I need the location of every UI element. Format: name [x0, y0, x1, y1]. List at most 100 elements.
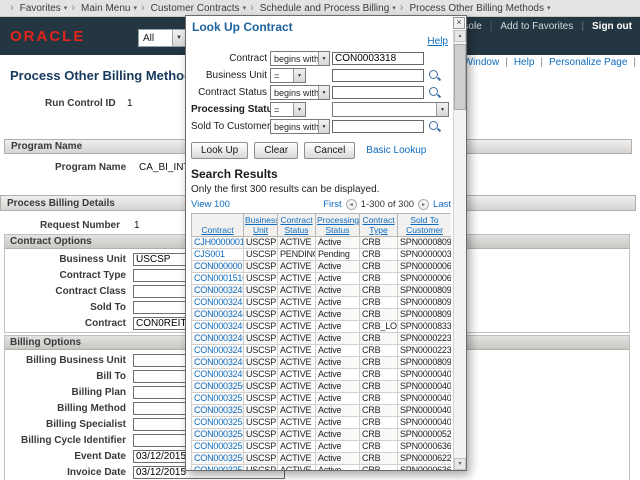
cell-contract[interactable]: CON0003245 — [192, 321, 244, 333]
cell-sold-to-customer[interactable]: SPN0000809 — [398, 309, 452, 321]
cell-contract-status[interactable]: PENDING — [278, 249, 316, 261]
column-header[interactable]: Contract Type — [360, 214, 398, 237]
cell-business-unit[interactable]: USCSP — [244, 333, 278, 345]
cell-processing-status[interactable]: Active — [316, 381, 360, 393]
cell-processing-status[interactable]: Pending — [316, 249, 360, 261]
next-page-icon[interactable]: ► — [418, 199, 429, 210]
page-link[interactable]: Help — [499, 57, 534, 68]
cell-contract[interactable]: CON0000001 — [192, 261, 244, 273]
cell-contract-type[interactable]: CRB — [360, 465, 398, 471]
cell-sold-to-customer[interactable]: SPN0000622 — [398, 453, 452, 465]
cell-contract-status[interactable]: ACTIVE — [278, 309, 316, 321]
cell-contract-status[interactable]: ACTIVE — [278, 453, 316, 465]
cell-business-unit[interactable]: USCSP — [244, 441, 278, 453]
cell-contract[interactable]: CON0003257 — [192, 465, 244, 471]
cell-contract[interactable]: CON0003243 — [192, 297, 244, 309]
operator-select[interactable]: = ▼ — [270, 102, 306, 117]
cell-contract[interactable]: CON0003253 — [192, 417, 244, 429]
cell-sold-to-customer[interactable]: SPN0000040 — [398, 393, 452, 405]
lookup-magnifier-icon[interactable] — [428, 86, 441, 99]
header-link[interactable]: Sign out — [573, 21, 632, 32]
cell-business-unit[interactable]: USCSP — [244, 453, 278, 465]
cell-sold-to-customer[interactable]: SPN0000003 — [398, 249, 452, 261]
business-unit-criteria-input[interactable] — [332, 69, 424, 82]
sold-to-customer-criteria-input[interactable] — [332, 120, 424, 133]
cell-business-unit[interactable]: USCSP — [244, 321, 278, 333]
operator-select[interactable]: = ▼ — [270, 68, 306, 83]
first-page-link[interactable]: First — [323, 199, 341, 210]
cell-processing-status[interactable]: Active — [316, 237, 360, 249]
cell-business-unit[interactable]: USCSP — [244, 369, 278, 381]
cell-processing-status[interactable]: Active — [316, 285, 360, 297]
breadcrumb-item[interactable]: Schedule and Process Billing ▾ — [248, 2, 396, 14]
column-header[interactable]: Contract — [192, 214, 244, 237]
cell-contract-status[interactable]: ACTIVE — [278, 405, 316, 417]
cell-contract[interactable]: CON0003252 — [192, 405, 244, 417]
cell-sold-to-customer[interactable]: SPN0000040 — [398, 381, 452, 393]
column-header[interactable]: Business Unit — [244, 214, 278, 237]
cell-processing-status[interactable]: Active — [316, 273, 360, 285]
clear-button[interactable]: Clear — [254, 142, 298, 159]
cancel-button[interactable]: Cancel — [304, 142, 355, 159]
cell-contract[interactable]: CON0003248 — [192, 357, 244, 369]
contract-criteria-input[interactable] — [332, 52, 424, 65]
cell-contract[interactable]: CON0003249 — [192, 369, 244, 381]
cell-business-unit[interactable]: USCSP — [244, 345, 278, 357]
cell-contract-type[interactable]: CRB — [360, 453, 398, 465]
cell-contract-status[interactable]: ACTIVE — [278, 285, 316, 297]
cell-business-unit[interactable]: USCSP — [244, 237, 278, 249]
cell-business-unit[interactable]: USCSP — [244, 309, 278, 321]
cell-contract-type[interactable]: CRB — [360, 297, 398, 309]
search-scope-select[interactable]: All ▼ — [138, 29, 186, 47]
cell-sold-to-customer[interactable]: SPN0000223 — [398, 345, 452, 357]
cell-contract[interactable]: CON0003254 — [192, 429, 244, 441]
cell-business-unit[interactable]: USCSP — [244, 285, 278, 297]
header-link[interactable]: Add to Favorites — [482, 21, 573, 32]
cell-contract-type[interactable]: CRB — [360, 249, 398, 261]
cell-contract-status[interactable]: ACTIVE — [278, 465, 316, 471]
cell-sold-to-customer[interactable]: SPN0000636 — [398, 441, 452, 453]
scrollbar-thumb[interactable] — [454, 44, 466, 110]
cell-contract[interactable]: CON0003247 — [192, 345, 244, 357]
cell-processing-status[interactable]: Active — [316, 345, 360, 357]
breadcrumb-item[interactable]: Process Other Billing Methods ▾ — [398, 2, 551, 14]
operator-select[interactable]: begins with ▼ — [270, 119, 330, 134]
cell-contract-type[interactable]: CRB — [360, 285, 398, 297]
cell-business-unit[interactable]: USCSP — [244, 249, 278, 261]
cell-contract-status[interactable]: ACTIVE — [278, 381, 316, 393]
cell-contract-type[interactable]: CRB — [360, 237, 398, 249]
cell-contract[interactable]: CON0003244 — [192, 309, 244, 321]
cell-contract-type[interactable]: CRB — [360, 261, 398, 273]
cell-contract-status[interactable]: ACTIVE — [278, 369, 316, 381]
cell-sold-to-customer[interactable]: SPN0000006 — [398, 261, 452, 273]
cell-sold-to-customer[interactable]: SPN0000040 — [398, 369, 452, 381]
cell-sold-to-customer[interactable]: SPN0000052 — [398, 429, 452, 441]
cell-contract-status[interactable]: ACTIVE — [278, 273, 316, 285]
lookup-magnifier-icon[interactable] — [428, 69, 441, 82]
cell-contract-type[interactable]: CRB — [360, 333, 398, 345]
scroll-up-icon[interactable]: ▲ — [454, 30, 466, 42]
cell-processing-status[interactable]: Active — [316, 321, 360, 333]
cell-business-unit[interactable]: USCSP — [244, 417, 278, 429]
cell-processing-status[interactable]: Active — [316, 441, 360, 453]
cell-business-unit[interactable]: USCSP — [244, 381, 278, 393]
cell-contract-status[interactable]: ACTIVE — [278, 333, 316, 345]
cell-business-unit[interactable]: USCSP — [244, 429, 278, 441]
cell-contract-status[interactable]: ACTIVE — [278, 237, 316, 249]
cell-business-unit[interactable]: USCSP — [244, 357, 278, 369]
cell-contract-status[interactable]: ACTIVE — [278, 321, 316, 333]
cell-processing-status[interactable]: Active — [316, 393, 360, 405]
cell-contract-type[interactable]: CRB — [360, 309, 398, 321]
breadcrumb-item[interactable]: Main Menu ▾ — [69, 2, 137, 14]
cell-contract[interactable]: CON0003256 — [192, 453, 244, 465]
cell-processing-status[interactable]: Active — [316, 333, 360, 345]
cell-contract-status[interactable]: ACTIVE — [278, 357, 316, 369]
cell-contract-status[interactable]: ACTIVE — [278, 441, 316, 453]
cell-processing-status[interactable]: Active — [316, 405, 360, 417]
cell-contract-type[interactable]: CRB — [360, 429, 398, 441]
operator-select[interactable]: begins with ▼ — [270, 85, 330, 100]
cell-contract-status[interactable]: ACTIVE — [278, 297, 316, 309]
cell-processing-status[interactable]: Active — [316, 357, 360, 369]
processing-status-select[interactable]: ▼ — [332, 102, 449, 117]
cell-processing-status[interactable]: Active — [316, 417, 360, 429]
